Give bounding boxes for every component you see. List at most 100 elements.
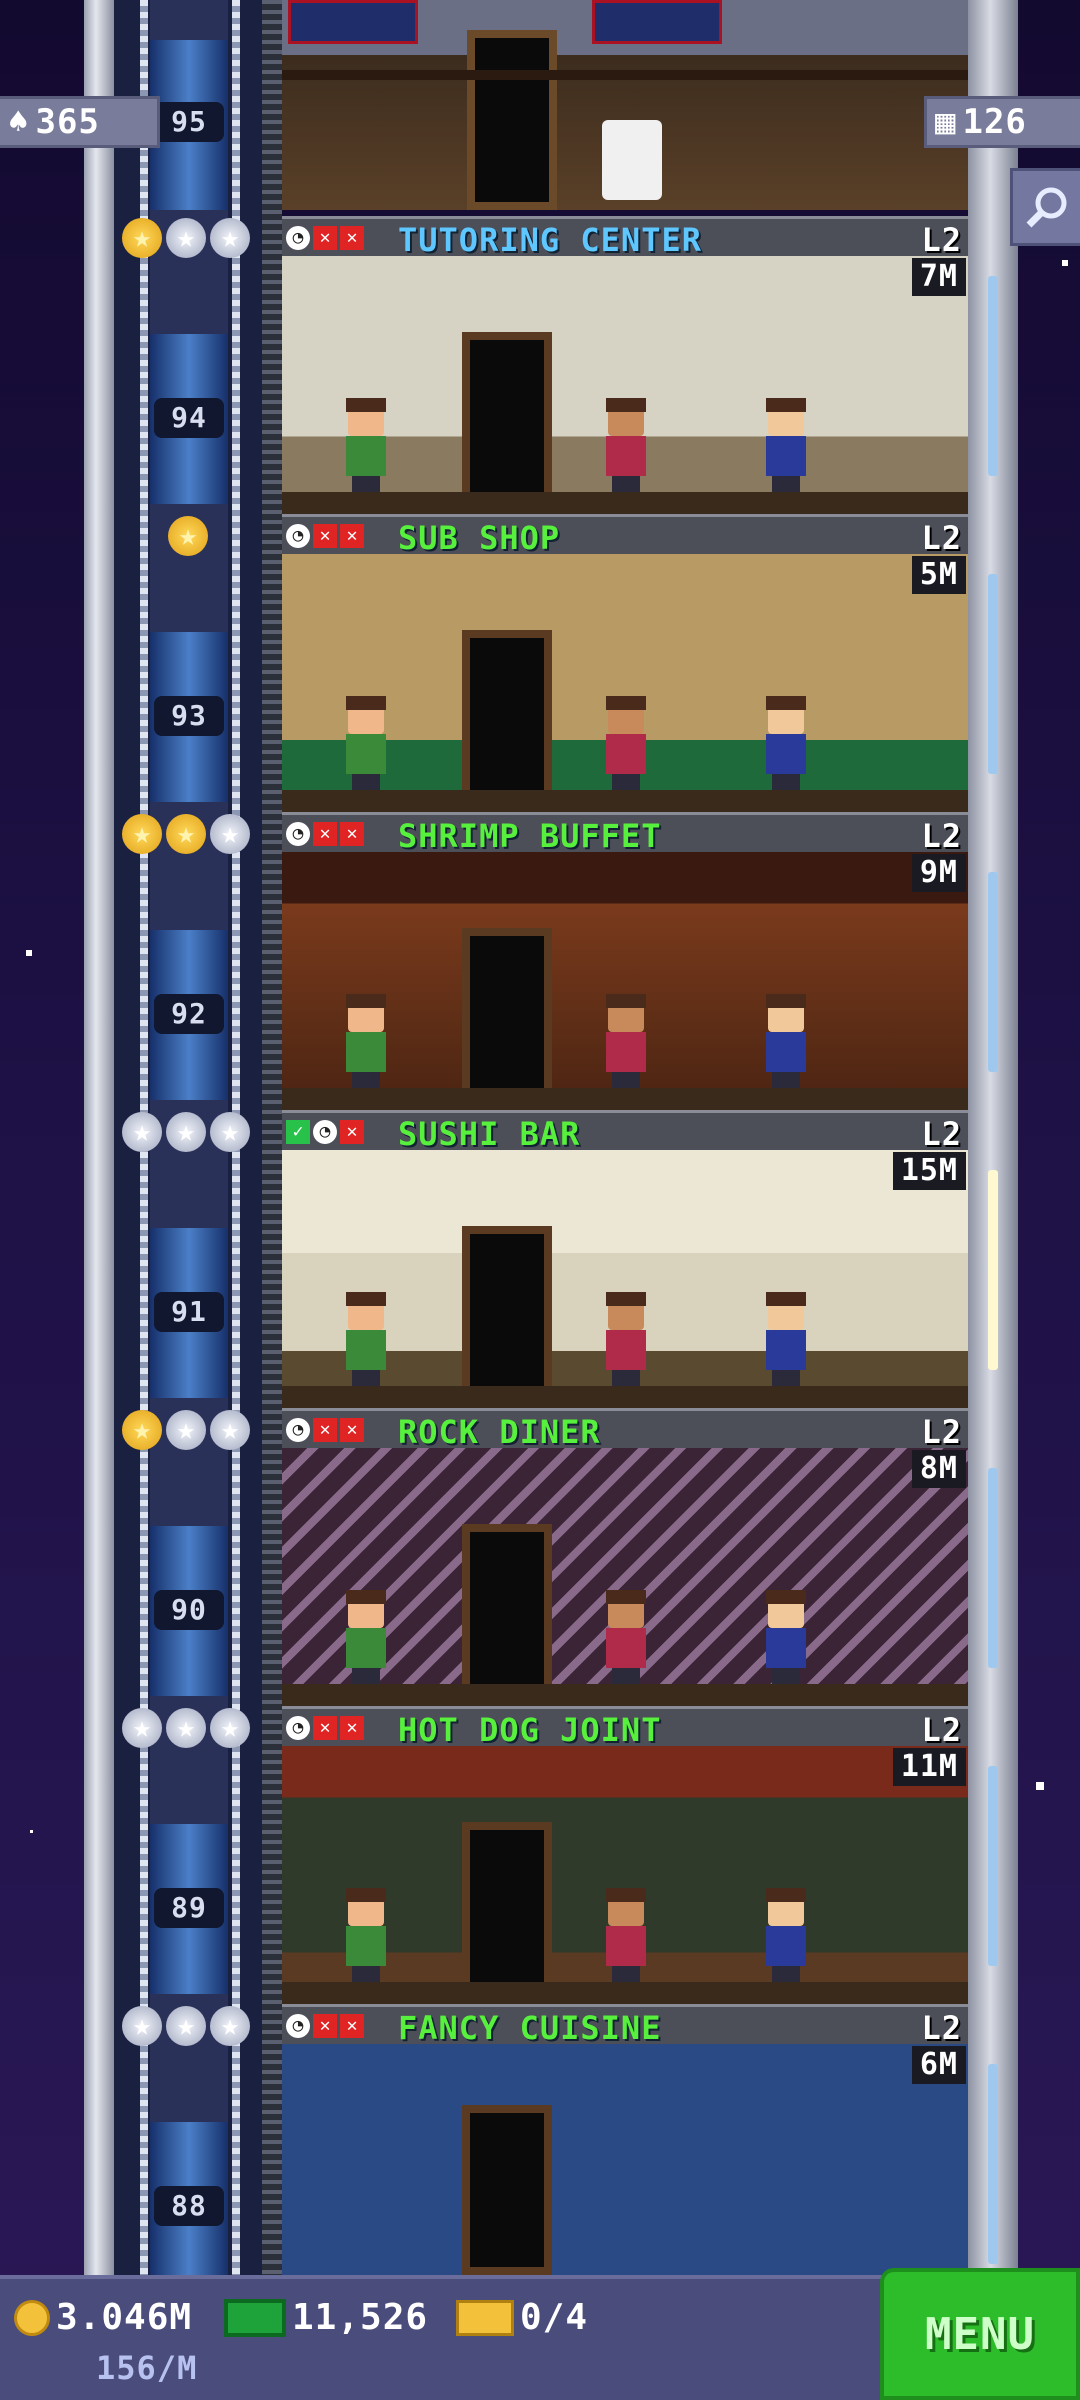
- bux-display[interactable]: 11,526: [224, 2297, 428, 2338]
- ticket-icon: [456, 2299, 514, 2336]
- bitizen[interactable]: [602, 1888, 650, 1982]
- silver-star-icon: ★: [166, 1112, 206, 1152]
- floor-89[interactable]: ◔ ✕ ✕ HOT DOG JOINT L2 11M: [282, 1706, 968, 2004]
- silver-star-icon: ★: [122, 1708, 162, 1748]
- floor-counter: [282, 492, 968, 514]
- clock-icon: ◔: [286, 1418, 310, 1442]
- bitizen[interactable]: [602, 994, 650, 1088]
- tickets-value: 0/4: [520, 2297, 589, 2338]
- elevator-door: [462, 630, 552, 800]
- floor-name: ROCK DINER: [398, 1413, 601, 1451]
- floor-room-scene[interactable]: [282, 1448, 968, 1706]
- floor-status-icons: ◔ ✕ ✕: [286, 226, 364, 252]
- cross-icon: ✕: [340, 226, 364, 250]
- floor-price-tag: 9M: [911, 854, 966, 892]
- floor-level: L2: [921, 1115, 962, 1153]
- bitizen[interactable]: [602, 696, 650, 790]
- population-badge[interactable]: ♠ 365: [0, 96, 160, 148]
- floor-95-room: [282, 0, 968, 210]
- bitizen[interactable]: [762, 1292, 810, 1386]
- floor-level: L2: [921, 2009, 962, 2047]
- floor-91[interactable]: ✓ ◔ ✕ SUSHI BAR L2 15M: [282, 1110, 968, 1408]
- bitizen[interactable]: [602, 398, 650, 492]
- floor-price-tag: 8M: [911, 1450, 966, 1488]
- floor-number-89: 89: [154, 1888, 224, 1928]
- floor-counter: [282, 790, 968, 812]
- building-icon: ▦: [935, 102, 957, 142]
- floor-95-partial[interactable]: [282, 0, 968, 210]
- check-icon: ✓: [286, 1120, 310, 1144]
- bitizen[interactable]: [762, 1888, 810, 1982]
- floor-number-91: 91: [154, 1292, 224, 1332]
- floor-header[interactable]: ◔ ✕ ✕ FANCY CUISINE L2: [282, 2004, 968, 2047]
- bitizen[interactable]: [342, 696, 390, 790]
- floor-status-icons: ◔ ✕ ✕: [286, 1418, 364, 1444]
- gold-star-icon: ★: [166, 814, 206, 854]
- cross-icon: ✕: [313, 524, 337, 548]
- bitizen[interactable]: [762, 696, 810, 790]
- bux-value: 11,526: [292, 2297, 429, 2338]
- bitizen[interactable]: [762, 398, 810, 492]
- floor-room-scene[interactable]: [282, 554, 968, 812]
- floor-name: HOT DOG JOINT: [398, 1711, 662, 1749]
- floor-name: SUB SHOP: [398, 519, 561, 557]
- floor-room-scene[interactable]: [282, 2044, 968, 2275]
- floor-price-tag: 11M: [892, 1748, 966, 1786]
- floor-room-scene[interactable]: [282, 1150, 968, 1408]
- bitizen[interactable]: [342, 994, 390, 1088]
- floor-status-icons: ◔ ✕ ✕: [286, 2014, 364, 2040]
- silver-star-icon: ★: [166, 218, 206, 258]
- floor-name: TUTORING CENTER: [398, 221, 702, 259]
- floor-92[interactable]: ◔ ✕ ✕ SHRIMP BUFFET L2 9M: [282, 812, 968, 1110]
- floor-stars: ★: [168, 516, 208, 560]
- floor-level: L2: [921, 1413, 962, 1451]
- clock-icon: ◔: [286, 2014, 310, 2038]
- cross-icon: ✕: [340, 1716, 364, 1740]
- floor-header[interactable]: ◔ ✕ ✕ ROCK DINER L2: [282, 1408, 968, 1451]
- tower-window: [988, 1766, 998, 1966]
- background-star: [1062, 260, 1068, 266]
- bitizen[interactable]: [762, 994, 810, 1088]
- floor-header[interactable]: ◔ ✕ ✕ SUB SHOP L2: [282, 514, 968, 557]
- floor-header[interactable]: ◔ ✕ ✕ SHRIMP BUFFET L2: [282, 812, 968, 855]
- floor-room-scene[interactable]: [282, 256, 968, 514]
- floors-badge[interactable]: ▦ 126: [924, 96, 1080, 148]
- menu-button[interactable]: MENU: [880, 2268, 1080, 2400]
- floor-header[interactable]: ◔ ✕ ✕ TUTORING CENTER L2: [282, 216, 968, 259]
- background-star: [26, 950, 32, 956]
- floor-93[interactable]: ◔ ✕ ✕ SUB SHOP L2 5M: [282, 514, 968, 812]
- coins-display[interactable]: 3.046M: [14, 2297, 192, 2338]
- cross-icon: ✕: [340, 1418, 364, 1442]
- floor-stars: ★ ★ ★: [122, 1708, 250, 1752]
- bitizen[interactable]: [342, 398, 390, 492]
- floor-stars: ★ ★ ★: [122, 1410, 250, 1454]
- floor-88[interactable]: ◔ ✕ ✕ FANCY CUISINE L2 6M: [282, 2004, 968, 2275]
- bitizen[interactable]: [602, 1590, 650, 1684]
- bitizen[interactable]: [342, 1590, 390, 1684]
- floor-90[interactable]: ◔ ✕ ✕ ROCK DINER L2 8M: [282, 1408, 968, 1706]
- floor-header[interactable]: ◔ ✕ ✕ HOT DOG JOINT L2: [282, 1706, 968, 1749]
- gold-star-icon: ★: [122, 814, 162, 854]
- floor-header[interactable]: ✓ ◔ ✕ SUSHI BAR L2: [282, 1110, 968, 1153]
- floor-name: SHRIMP BUFFET: [398, 817, 662, 855]
- population-value: 365: [35, 102, 100, 142]
- bitizen[interactable]: [762, 1590, 810, 1684]
- floor-status-icons: ◔ ✕ ✕: [286, 1716, 364, 1742]
- elevator-door: [462, 2105, 552, 2275]
- cross-icon: ✕: [313, 1716, 337, 1740]
- floor-number-95: 95: [154, 102, 224, 142]
- tickets-display[interactable]: 0/4: [456, 2297, 588, 2338]
- search-button[interactable]: [1010, 168, 1080, 246]
- floor-counter: [282, 1088, 968, 1110]
- floor-stars: ★ ★ ★: [122, 218, 250, 262]
- bitizen[interactable]: [342, 1292, 390, 1386]
- silver-star-icon: ★: [210, 2006, 250, 2046]
- floor-room-scene[interactable]: [282, 1746, 968, 2004]
- floor-room-scene[interactable]: [282, 852, 968, 1110]
- silver-star-icon: ★: [210, 1112, 250, 1152]
- bitizen[interactable]: [602, 1292, 650, 1386]
- floor-94[interactable]: ◔ ✕ ✕ TUTORING CENTER L2 7M: [282, 216, 968, 514]
- floor-status-icons: ✓ ◔ ✕: [286, 1120, 364, 1146]
- floor-price-tag: 5M: [911, 556, 966, 594]
- bitizen[interactable]: [342, 1888, 390, 1982]
